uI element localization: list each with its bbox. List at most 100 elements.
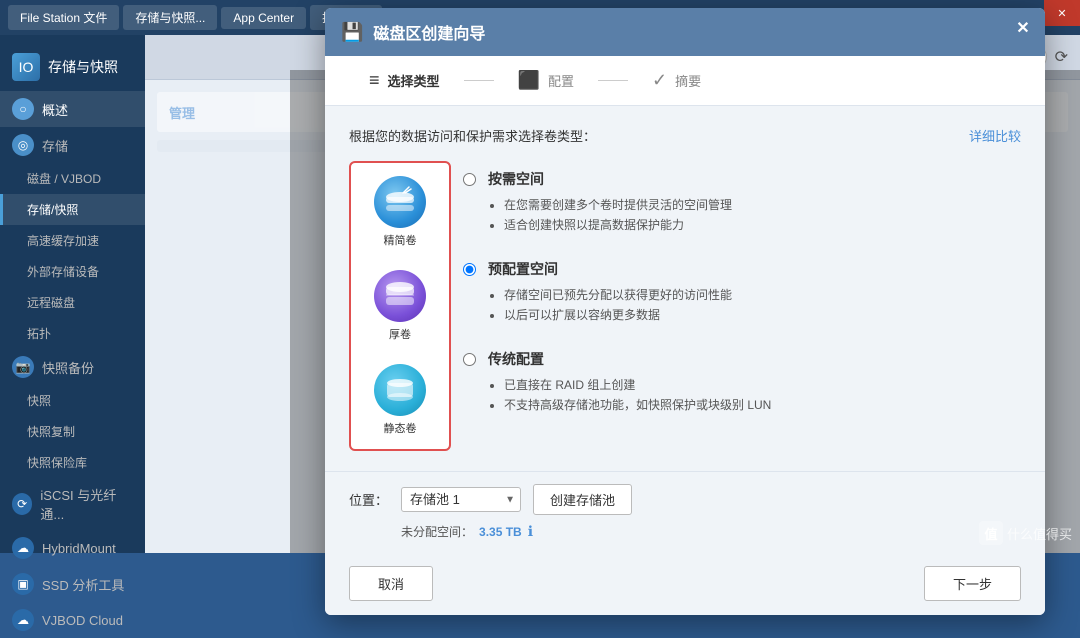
thin-option-title: 按需空间 — [488, 169, 1021, 189]
sidebar-item-hybridmount[interactable]: ☁ HybridMount — [0, 530, 145, 566]
taskbar-item-filestation[interactable]: File Station 文件 — [8, 5, 119, 30]
vjbod-icon: ☁ — [12, 609, 34, 631]
dialog-close-button[interactable]: ✕ — [1013, 18, 1033, 38]
volume-icon-thick[interactable]: 厚卷 — [355, 261, 445, 351]
sidebar-label-ssd: SSD 分析工具 — [42, 575, 124, 594]
step-configure[interactable]: ⬛ 配置 — [498, 70, 594, 91]
main-area: 🔍 ? ⚙ ⟳ 管理 💾 磁盘区创建向导 ✕ ≡ 选择类型 — [145, 35, 1080, 553]
volume-types-container: 精简卷 厚卷 — [349, 161, 1021, 451]
detail-link[interactable]: 详细比较 — [969, 126, 1021, 145]
hybridmount-icon: ☁ — [12, 537, 34, 559]
sidebar-item-external[interactable]: 外部存储设备 — [0, 256, 145, 287]
sidebar-item-storage[interactable]: ◎ 存储 — [0, 127, 145, 163]
unallocated-label: 未分配空间： — [401, 523, 473, 540]
static-option-bullets: 已直接在 RAID 组上创建 不支持高级存储池功能，如快照保护或块级别 LUN — [488, 375, 1021, 416]
volume-creation-dialog: 💾 磁盘区创建向导 ✕ ≡ 选择类型 ⬛ 配置 ✓ 摘要 — [325, 8, 1045, 615]
thin-bullet-2: 适合创建快照以提高数据保护能力 — [504, 215, 1021, 235]
volume-option-thin[interactable]: 按需空间 在您需要创建多个卷时提供灵活的空间管理 适合创建快照以提高数据保护能力 — [451, 161, 1021, 251]
sidebar-app-title: 存储与快照 — [48, 57, 118, 77]
sidebar: IO 存储与快照 ○ 概述 ◎ 存储 磁盘 / VJBOD 存储/快照 高速缓存… — [0, 35, 145, 553]
snapshot-icon: 📷 — [12, 356, 34, 378]
dialog-bottom-section: 位置： 存储池 1 ▼ 创建存储池 未分配空间： 3.35 TB ℹ — [325, 471, 1045, 552]
desc-text: 根据您的数据访问和保护需求选择卷类型： — [349, 126, 596, 145]
location-select-wrapper: 存储池 1 ▼ — [401, 487, 521, 512]
overview-icon: ○ — [12, 98, 34, 120]
thick-option-bullets: 存储空间已预先分配以获得更好的访问性能 以后可以扩展以容纳更多数据 — [488, 285, 1021, 326]
step1-label: 选择类型 — [388, 71, 440, 90]
step3-icon: ✓ — [652, 70, 667, 91]
sidebar-item-overview[interactable]: ○ 概述 — [0, 91, 145, 127]
sidebar-item-disk[interactable]: 磁盘 / VJBOD — [0, 163, 145, 194]
taskbar-item-storage[interactable]: 存储与快照... — [123, 5, 217, 30]
iscsi-icon: ⟳ — [12, 493, 32, 515]
management-label: 管理 — [169, 103, 195, 122]
ssd-icon: ▣ — [12, 573, 34, 595]
sidebar-item-snapshot[interactable]: 存储/快照 — [0, 194, 145, 225]
dialog-titlebar: 💾 磁盘区创建向导 ✕ — [325, 8, 1045, 56]
dialog-title-icon: 💾 — [341, 22, 363, 43]
static-option-content: 传统配置 已直接在 RAID 组上创建 不支持高级存储池功能，如快照保护或块级别… — [488, 349, 1021, 416]
static-volume-icon — [374, 364, 426, 416]
close-button[interactable]: ✕ — [1044, 0, 1080, 26]
thin-bullet-1: 在您需要创建多个卷时提供灵活的空间管理 — [504, 195, 1021, 215]
watermark-text: 什么值得买 — [1007, 524, 1072, 543]
thin-option-content: 按需空间 在您需要创建多个卷时提供灵活的空间管理 适合创建快照以提高数据保护能力 — [488, 169, 1021, 236]
dialog-description: 根据您的数据访问和保护需求选择卷类型： 详细比较 — [349, 126, 1021, 145]
static-bullet-1: 已直接在 RAID 组上创建 — [504, 375, 1021, 395]
sidebar-item-vjbod[interactable]: ☁ VJBOD Cloud — [0, 602, 145, 638]
radio-thin[interactable] — [463, 173, 476, 186]
thick-vol-label: 厚卷 — [389, 326, 411, 342]
sidebar-header: IO 存储与快照 — [0, 43, 145, 91]
cancel-button[interactable]: 取消 — [349, 566, 433, 601]
refresh-icon[interactable]: ⟳ — [1055, 47, 1068, 67]
step2-label: 配置 — [548, 71, 574, 90]
radio-thick[interactable] — [463, 263, 476, 276]
sidebar-label-overview: 概述 — [42, 100, 68, 119]
step1-icon: ≡ — [369, 70, 380, 91]
dialog-body: 根据您的数据访问和保护需求选择卷类型： 详细比较 — [325, 106, 1045, 471]
sidebar-label-iscsi: iSCSI 与光纤通... — [40, 485, 133, 523]
thick-bullet-1: 存储空间已预先分配以获得更好的访问性能 — [504, 285, 1021, 305]
sidebar-item-snapshot-backup[interactable]: 📷 快照备份 — [0, 349, 145, 385]
static-option-title: 传统配置 — [488, 349, 1021, 369]
step-divider-1 — [464, 80, 494, 81]
thin-volume-icon — [374, 176, 426, 228]
volume-icons-col: 精简卷 厚卷 — [349, 161, 451, 451]
sidebar-item-ssd[interactable]: ▣ SSD 分析工具 — [0, 566, 145, 602]
sidebar-item-snapshot-copy[interactable]: 快照复制 — [0, 416, 145, 447]
unallocated-row: 未分配空间： 3.35 TB ℹ — [349, 523, 1021, 540]
next-button[interactable]: 下一步 — [924, 566, 1021, 601]
volume-options-col: 按需空间 在您需要创建多个卷时提供灵活的空间管理 适合创建快照以提高数据保护能力 — [451, 161, 1021, 431]
volume-option-static[interactable]: 传统配置 已直接在 RAID 组上创建 不支持高级存储池功能，如快照保护或块级别… — [451, 341, 1021, 431]
step-select-type[interactable]: ≡ 选择类型 — [349, 70, 460, 91]
dialog-title: 磁盘区创建向导 — [373, 20, 485, 44]
sidebar-item-cache[interactable]: 高速缓存加速 — [0, 225, 145, 256]
location-label: 位置： — [349, 490, 389, 509]
location-row: 位置： 存储池 1 ▼ 创建存储池 — [349, 484, 1021, 515]
step-divider-2 — [598, 80, 628, 81]
thick-bullet-2: 以后可以扩展以容纳更多数据 — [504, 305, 1021, 325]
sidebar-item-snapshots[interactable]: 快照 — [0, 385, 145, 416]
dialog-overlay: 💾 磁盘区创建向导 ✕ ≡ 选择类型 ⬛ 配置 ✓ 摘要 — [290, 70, 1080, 553]
radio-static[interactable] — [463, 353, 476, 366]
create-pool-button[interactable]: 创建存储池 — [533, 484, 632, 515]
sidebar-item-iscsi[interactable]: ⟳ iSCSI 与光纤通... — [0, 478, 145, 530]
thick-option-title: 预配置空间 — [488, 259, 1021, 279]
sidebar-item-topology[interactable]: 拓扑 — [0, 318, 145, 349]
sidebar-item-remote[interactable]: 远程磁盘 — [0, 287, 145, 318]
volume-option-thick[interactable]: 预配置空间 存储空间已预先分配以获得更好的访问性能 以后可以扩展以容纳更多数据 — [451, 251, 1021, 341]
sidebar-item-snapshot-vault[interactable]: 快照保险库 — [0, 447, 145, 478]
volume-icon-static[interactable]: 静态卷 — [355, 355, 445, 445]
step-nav: ≡ 选择类型 ⬛ 配置 ✓ 摘要 — [325, 56, 1045, 106]
info-icon[interactable]: ℹ — [528, 523, 533, 540]
thin-option-bullets: 在您需要创建多个卷时提供灵活的空间管理 适合创建快照以提高数据保护能力 — [488, 195, 1021, 236]
watermark-icon: 值 — [979, 521, 1003, 545]
app-icon: IO — [12, 53, 40, 81]
volume-icon-thin[interactable]: 精简卷 — [355, 167, 445, 257]
sidebar-label-hybridmount: HybridMount — [42, 541, 116, 556]
location-select[interactable]: 存储池 1 — [401, 487, 521, 512]
step-summary[interactable]: ✓ 摘要 — [632, 70, 721, 91]
unallocated-size: 3.35 TB — [479, 525, 522, 539]
sidebar-label-storage: 存储 — [42, 136, 68, 155]
taskbar-item-appcenter[interactable]: App Center — [221, 7, 306, 29]
